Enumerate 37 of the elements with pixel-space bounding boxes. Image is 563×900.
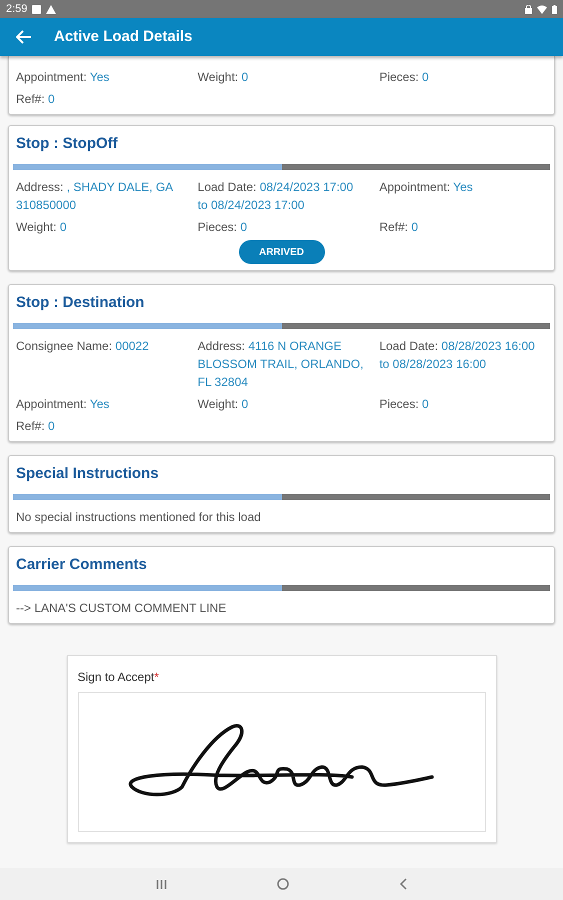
signature-pad[interactable] bbox=[78, 692, 486, 832]
field-text: Ref#: 0 bbox=[16, 91, 56, 108]
field-text: Appointment: Yes bbox=[16, 69, 110, 86]
card-title: Special Instructions bbox=[15, 464, 160, 484]
field-text: Weight: 0 bbox=[16, 219, 68, 236]
field-text: Pieces: 0 bbox=[379, 69, 430, 86]
field-text: Weight: 0 bbox=[198, 396, 250, 413]
wifi-icon bbox=[537, 4, 547, 14]
field-text: Pieces: 0 bbox=[379, 396, 430, 413]
field-text: Appointment: Yes bbox=[379, 179, 474, 196]
field-text: Load Date: 08/28/2023 16:00 to 08/28/2023 16:00 bbox=[379, 338, 536, 373]
card-title: Stop : StopOff bbox=[15, 134, 119, 154]
card-text: No special instructions mentioned for this load bbox=[15, 509, 262, 526]
field-text: Consignee Name: 00022 bbox=[16, 338, 150, 355]
warning-icon bbox=[46, 4, 56, 14]
recent-apps-icon[interactable] bbox=[156, 878, 167, 890]
field-text: Pieces: 0 bbox=[198, 219, 248, 236]
arrived-button[interactable]: ARRIVED bbox=[238, 240, 324, 264]
lock-icon bbox=[525, 4, 532, 14]
card-text: --> LANA'S CUSTOM COMMENT LINE bbox=[15, 600, 228, 617]
field-text: Appointment: Yes bbox=[16, 396, 110, 413]
field-text: Weight: 0 bbox=[198, 69, 250, 86]
image-icon bbox=[32, 4, 42, 14]
card-title: Carrier Comments bbox=[15, 555, 148, 575]
field-text: Address: 4116 N ORANGE BLOSSOM TRAIL, ORLANDO, FL 32804 bbox=[198, 338, 364, 391]
page-title: Active Load Details bbox=[54, 26, 192, 47]
home-icon[interactable] bbox=[277, 878, 289, 890]
field-text: Ref#: 0 bbox=[16, 418, 56, 435]
field-text: Load Date: 08/24/2023 17:00 to 08/24/2023 17:00 bbox=[198, 179, 354, 214]
back-arrow-icon[interactable] bbox=[16, 30, 32, 44]
field-text: Address: , SHADY DALE, GA 310850000 bbox=[16, 179, 174, 214]
field-text: Ref#: 0 bbox=[379, 219, 420, 236]
status-time: 2:59 bbox=[6, 2, 28, 17]
back-icon[interactable] bbox=[399, 878, 407, 890]
battery-icon bbox=[552, 4, 557, 14]
card-title: Stop : Destination bbox=[15, 293, 146, 313]
signature-label: Sign to Accept* bbox=[78, 669, 160, 686]
